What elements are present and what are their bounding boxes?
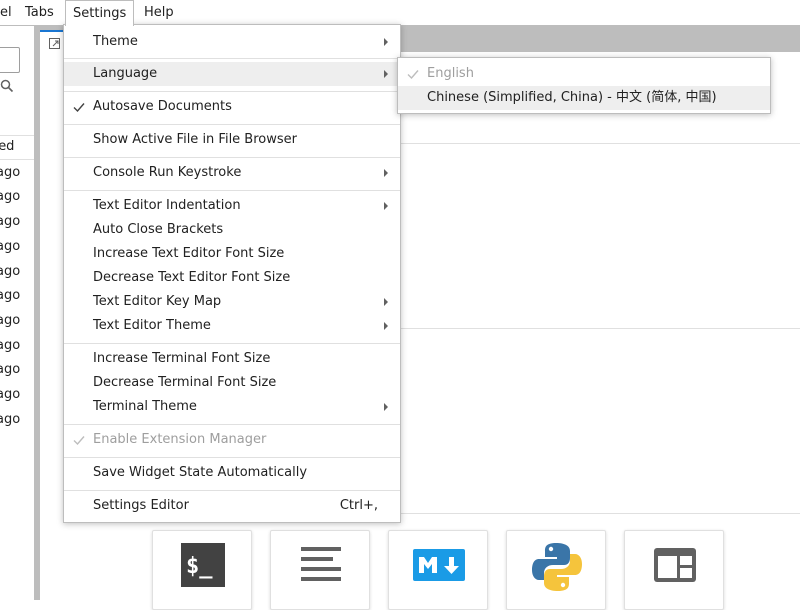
menu-item-label: Text Editor Key Map (93, 294, 222, 309)
menu-separator (64, 343, 400, 344)
menu-item-label: Auto Close Brackets (93, 222, 224, 237)
menu-item-enable-extension-manager: Enable Extension Manager (64, 428, 400, 452)
column-header-last-modified[interactable]: fied (0, 138, 14, 156)
column-header-border (0, 135, 34, 136)
menu-item-label: Autosave Documents (93, 99, 232, 114)
submenu-arrow-icon (384, 322, 388, 330)
menu-item-console-run-keystroke[interactable]: Console Run Keystroke (64, 161, 400, 185)
menu-item-label: Save Widget State Automatically (93, 465, 308, 480)
menu-item-save-widget-state[interactable]: Save Widget State Automatically (64, 461, 400, 485)
file-row-modified[interactable]: ago (0, 287, 20, 305)
menu-item-decrease-editor-font[interactable]: Decrease Text Editor Font Size (64, 266, 400, 290)
menu-separator (64, 58, 400, 59)
menu-item-label: Chinese (Simplified, China) - 中文 (简体, 中国… (427, 90, 717, 105)
file-row-modified[interactable]: ago (0, 361, 20, 379)
checkmark-icon (73, 436, 85, 446)
menubar-kernel[interactable]: el (0, 0, 19, 25)
menu-item-label: Increase Terminal Font Size (93, 351, 271, 366)
menubar-tabs[interactable]: Tabs (18, 0, 61, 25)
menu-item-text-editor-indentation[interactable]: Text Editor Indentation (64, 194, 400, 218)
language-option-english: English (398, 62, 770, 86)
menu-item-label: Text Editor Theme (93, 318, 211, 333)
menu-item-terminal-theme[interactable]: Terminal Theme (64, 395, 400, 419)
text-file-icon (301, 547, 341, 581)
submenu-arrow-icon (384, 70, 388, 78)
launcher-section-divider (400, 328, 800, 329)
menu-item-settings-editor[interactable]: Settings Editor Ctrl+, (64, 494, 400, 518)
launcher-tab-icon (49, 38, 60, 49)
submenu-arrow-icon (384, 298, 388, 306)
language-option-chinese[interactable]: Chinese (Simplified, China) - 中文 (简体, 中国… (398, 86, 770, 110)
menu-item-decrease-terminal-font[interactable]: Decrease Terminal Font Size (64, 371, 400, 395)
menu-item-shortcut: Ctrl+, (339, 498, 378, 513)
menu-item-label: Enable Extension Manager (93, 432, 267, 447)
submenu-arrow-icon (384, 202, 388, 210)
menu-item-theme[interactable]: Theme (64, 30, 400, 54)
menu-item-text-editor-key-map[interactable]: Text Editor Key Map (64, 290, 400, 314)
menu-item-increase-editor-font[interactable]: Increase Text Editor Font Size (64, 242, 400, 266)
show-contextual-help-icon (654, 548, 696, 582)
menu-item-label: Console Run Keystroke (93, 165, 242, 180)
checkmark-icon (407, 70, 419, 80)
file-row-modified[interactable]: ago (0, 263, 20, 281)
launcher-section-divider (400, 143, 800, 144)
menu-item-label: Theme (93, 34, 138, 49)
menu-item-language[interactable]: Language (64, 62, 400, 86)
menu-separator (64, 457, 400, 458)
file-row-modified[interactable]: ago (0, 386, 20, 404)
menu-item-label: Decrease Text Editor Font Size (93, 270, 291, 285)
submenu-arrow-icon (384, 403, 388, 411)
menu-separator (64, 91, 400, 92)
launcher-card-text-file[interactable] (270, 530, 370, 610)
menu-separator (64, 424, 400, 425)
submenu-arrow-icon (384, 169, 388, 177)
menu-item-label: English (427, 66, 474, 81)
menu-item-label: Terminal Theme (93, 399, 197, 414)
column-header-border (0, 159, 34, 160)
menu-item-text-editor-theme[interactable]: Text Editor Theme (64, 314, 400, 338)
submenu-arrow-icon (384, 38, 388, 46)
python-icon (532, 543, 582, 591)
search-icon (0, 79, 14, 93)
menubar: el Tabs Settings Help (0, 0, 800, 26)
file-row-modified[interactable]: ago (0, 164, 20, 182)
settings-menu: Theme Language Autosave Documents Show A… (63, 24, 401, 523)
menu-item-increase-terminal-font[interactable]: Increase Terminal Font Size (64, 347, 400, 371)
menu-item-label: Settings Editor (93, 498, 189, 513)
menu-item-label: Increase Text Editor Font Size (93, 246, 285, 261)
menubar-settings[interactable]: Settings (65, 0, 135, 26)
menu-separator (64, 490, 400, 491)
launcher-card-contextual-help[interactable] (624, 530, 724, 610)
menubar-help[interactable]: Help (137, 0, 181, 25)
file-row-modified[interactable]: ago (0, 312, 20, 330)
menu-separator (64, 157, 400, 158)
menu-item-label: Show Active File in File Browser (93, 132, 297, 147)
file-row-modified[interactable]: ago (0, 411, 20, 429)
markdown-icon (413, 549, 465, 581)
launcher-section-divider (400, 513, 800, 514)
file-row-modified[interactable]: ago (0, 337, 20, 355)
file-row-modified[interactable]: ago (0, 213, 20, 231)
menu-item-label: Language (93, 66, 158, 81)
menu-item-label: Decrease Terminal Font Size (93, 375, 277, 390)
file-row-modified[interactable]: ago (0, 238, 20, 256)
launcher-card-markdown[interactable] (388, 530, 488, 610)
menu-separator (64, 190, 400, 191)
menu-item-show-active-file[interactable]: Show Active File in File Browser (64, 128, 400, 152)
launcher-card-python[interactable] (506, 530, 606, 610)
terminal-icon: $_ (181, 543, 225, 587)
menu-item-auto-close-brackets[interactable]: Auto Close Brackets (64, 218, 400, 242)
file-filter-input[interactable] (0, 47, 20, 73)
checkmark-icon (73, 103, 85, 113)
menu-item-label: Text Editor Indentation (93, 198, 241, 213)
svg-text:$_: $_ (186, 554, 213, 579)
language-submenu: English Chinese (Simplified, China) - 中文… (397, 57, 771, 114)
launcher-card-terminal[interactable]: $_ (152, 530, 252, 610)
file-row-modified[interactable]: ago (0, 188, 20, 206)
menu-item-autosave-documents[interactable]: Autosave Documents (64, 95, 400, 119)
menu-separator (64, 124, 400, 125)
